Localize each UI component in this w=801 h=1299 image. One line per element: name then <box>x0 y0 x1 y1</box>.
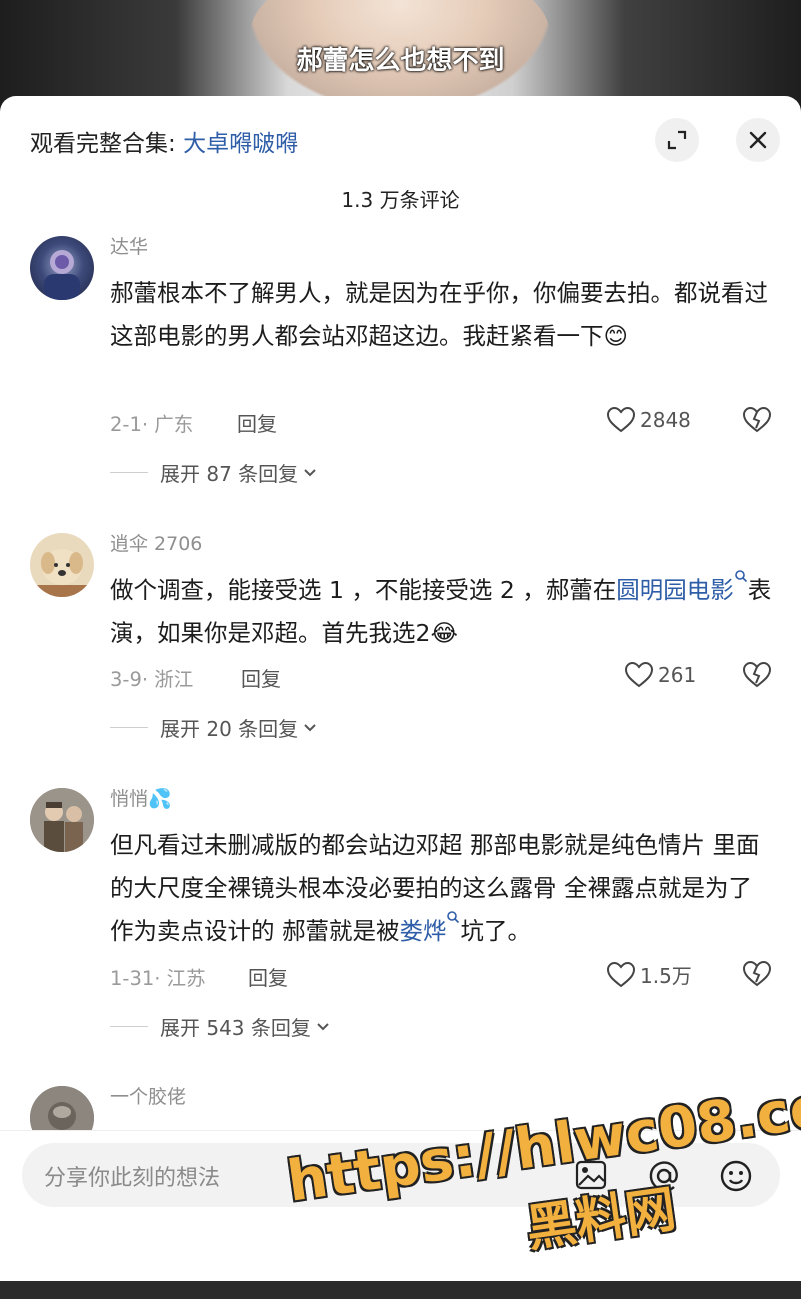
expand-replies-label: 展开 87 条回复 <box>160 462 299 486</box>
heart-icon <box>606 406 636 433</box>
username-text: 悄悄 <box>110 788 149 810</box>
watermark-site-name: 黑料网 <box>522 1179 680 1259</box>
comment-meta: 2-1· 广东 <box>110 413 194 436</box>
divider <box>110 1026 148 1027</box>
like-count: 1.5万 <box>640 964 692 988</box>
expand-replies[interactable]: 展开 20 条回复 <box>110 713 318 742</box>
chevron-down-icon <box>317 1022 329 1030</box>
expand-replies-label: 展开 543 条回复 <box>160 1016 311 1040</box>
like-count: 261 <box>658 663 697 687</box>
like-count: 2848 <box>640 408 691 432</box>
reply-button[interactable]: 回复 <box>241 663 281 692</box>
avatar-image <box>30 549 94 597</box>
reply-button[interactable]: 回复 <box>248 962 288 991</box>
chevron-down-icon <box>304 468 316 476</box>
username-emoji: 💦 <box>148 788 172 810</box>
collection-link[interactable]: 大卓嘚啵嘚 <box>183 131 298 157</box>
dislike-button[interactable] <box>742 960 772 992</box>
keyword-link[interactable]: 圆明园电影 <box>616 570 748 604</box>
comment-count: 1.3 万条评论 <box>341 188 460 212</box>
broken-heart-icon <box>742 661 772 688</box>
smile-emoji: 😊 <box>603 322 629 350</box>
broken-heart-icon <box>742 960 772 987</box>
dislike-button[interactable] <box>742 406 772 438</box>
laugh-emoji: 😂 <box>430 619 458 647</box>
avatar[interactable] <box>30 533 94 597</box>
chevron-down-icon <box>304 723 316 731</box>
comment-body: 做个调查，能接受选 1 ，不能接受选 2 ，郝蕾在 <box>110 576 617 604</box>
username[interactable]: 达华 <box>110 232 148 259</box>
comment-input-placeholder: 分享你此刻的想法 <box>44 1166 221 1191</box>
close-button[interactable] <box>736 118 780 162</box>
like-button[interactable]: 2848 <box>606 406 691 434</box>
heart-icon <box>606 961 636 987</box>
expand-replies[interactable]: 展开 87 条回复 <box>110 458 318 487</box>
dislike-button[interactable] <box>742 661 772 693</box>
avatar[interactable] <box>30 236 94 300</box>
collection-banner[interactable]: 观看完整合集: 大卓嘚啵嘚 <box>30 124 298 158</box>
video-subtitle: 郝蕾怎么也想不到 <box>296 46 505 76</box>
keyword-text: 娄烨 <box>399 917 447 945</box>
broken-heart-icon <box>742 406 772 433</box>
divider <box>110 472 148 473</box>
username[interactable]: 一个胶佬 <box>110 1082 186 1109</box>
like-button[interactable]: 1.5万 <box>606 960 692 989</box>
comment-body: 郝蕾根本不了解男人，就是因为在乎你，你偏要去拍。都说看过这部电影的男人都会站邓超… <box>110 279 768 350</box>
avatar-image <box>44 250 80 300</box>
keyword-text: 圆明园电影 <box>616 576 734 604</box>
heart-icon <box>624 661 654 688</box>
expand-button[interactable] <box>655 118 699 162</box>
expand-replies[interactable]: 展开 543 条回复 <box>110 1012 331 1041</box>
divider <box>110 727 148 728</box>
search-keyword-icon <box>734 570 747 583</box>
avatar-image <box>30 788 94 852</box>
comment-text: 但凡看过未删减版的都会站边邓超 那部电影就是纯色情片 里面的大尺度全裸镜头根本没… <box>110 824 772 953</box>
like-button[interactable]: 261 <box>624 661 696 689</box>
comment-meta: 3-9· 浙江 <box>110 668 194 691</box>
comment-meta: 1-31· 江苏 <box>110 967 206 990</box>
keyword-link[interactable]: 娄烨 <box>399 911 460 945</box>
username[interactable]: 逍伞 2706 <box>110 529 202 556</box>
search-keyword-icon <box>447 911 460 924</box>
comment-text: 郝蕾根本不了解男人，就是因为在乎你，你偏要去拍。都说看过这部电影的男人都会站邓超… <box>110 272 772 358</box>
video-player[interactable]: 郝蕾怎么也想不到 <box>0 0 801 110</box>
comment-text: 做个调查，能接受选 1 ，不能接受选 2 ，郝蕾在圆明园电影 表演，如果你是邓超。… <box>110 569 772 655</box>
close-icon <box>749 131 767 149</box>
expand-replies-label: 展开 20 条回复 <box>160 717 299 741</box>
username[interactable]: 悄悄💦 <box>110 784 172 811</box>
collection-prefix: 观看完整合集: <box>30 131 184 157</box>
avatar[interactable] <box>30 788 94 852</box>
expand-icon <box>667 130 687 150</box>
reply-button[interactable]: 回复 <box>237 408 277 437</box>
comment-body-tail: 坑了。 <box>460 917 531 945</box>
